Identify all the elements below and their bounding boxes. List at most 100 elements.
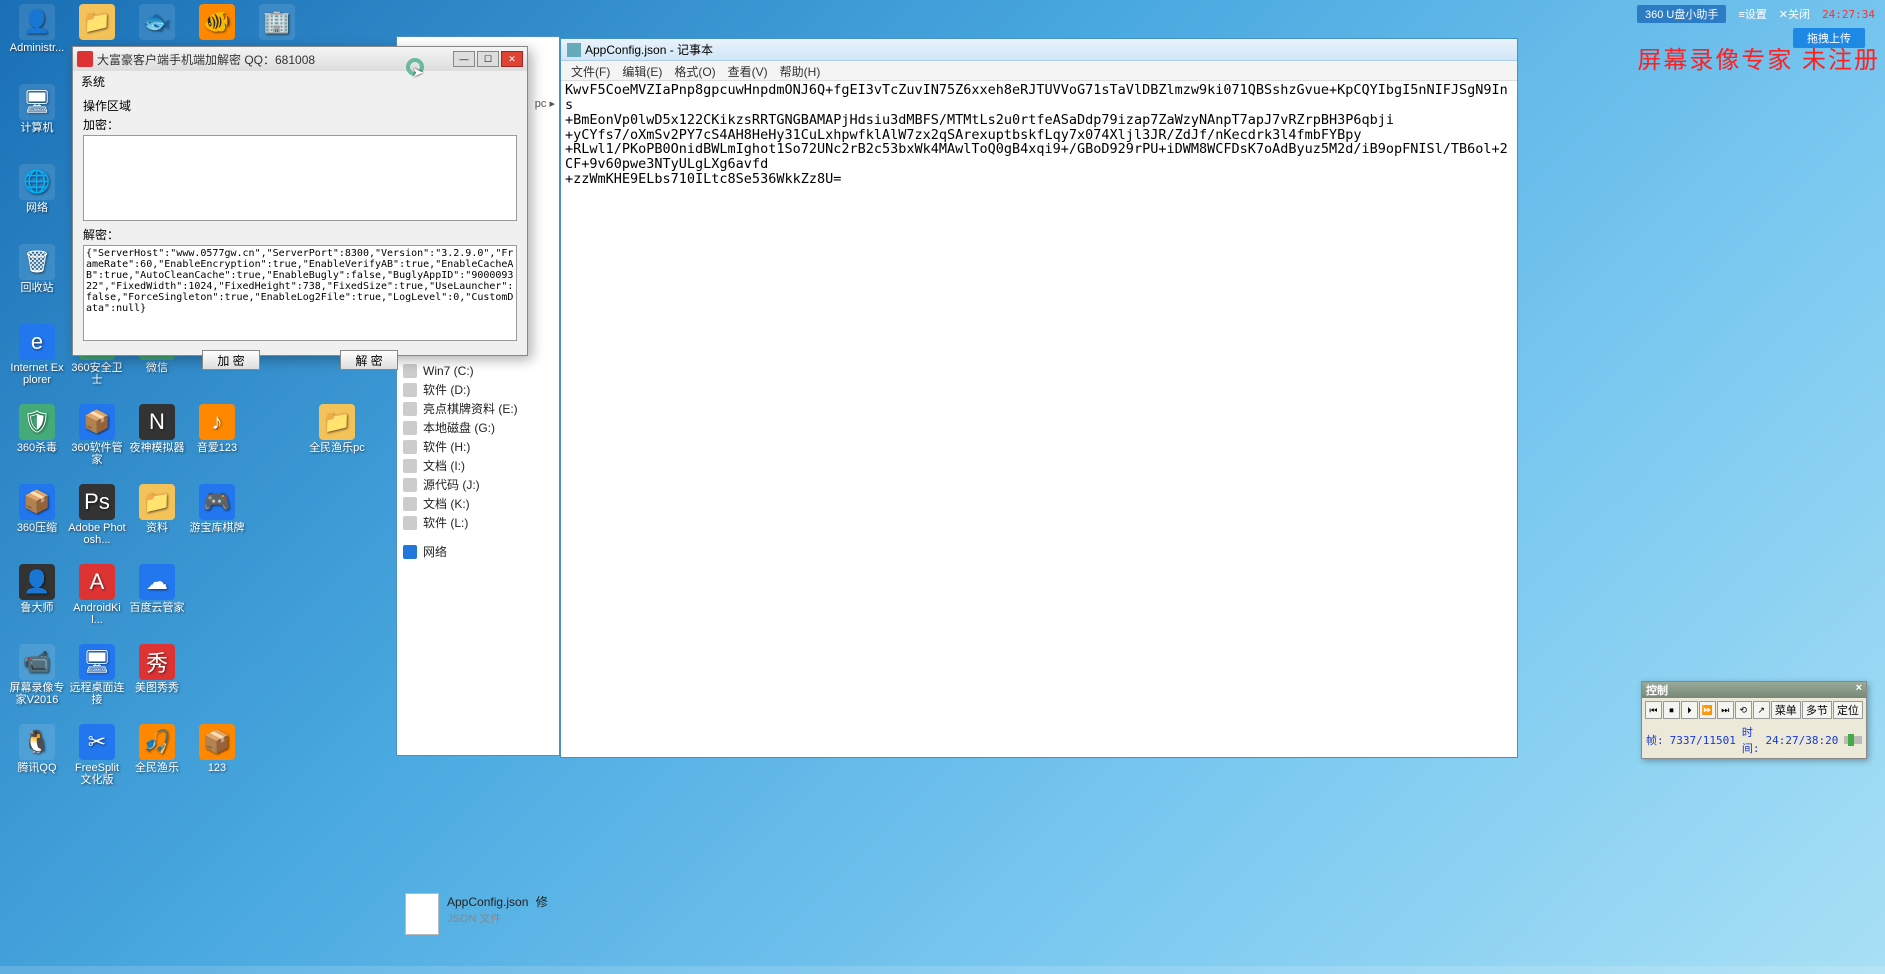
playback-button[interactable]: ⏭: [1717, 701, 1734, 719]
app-icon: Ps: [79, 484, 115, 520]
desktop-icon[interactable]: 🌐网络: [8, 160, 66, 238]
desktop-icon[interactable]: 🖥远程桌面连接: [68, 640, 126, 718]
app-icon: 🖥: [19, 84, 55, 120]
app-icon: 📹: [19, 644, 55, 680]
control-panel[interactable]: 控制 × ⏮⏹⏵⏩⏭⟲↗菜单多节定位 帧:7337/11501 时间:24:27…: [1641, 681, 1867, 759]
app-icon: 📦: [19, 484, 55, 520]
crypt-titlebar[interactable]: 大富豪客户端手机端加解密 QQ：681008 — ☐ ✕: [73, 47, 527, 71]
playback-button[interactable]: ⏵: [1681, 701, 1698, 719]
icon-label: 远程桌面连接: [68, 682, 126, 706]
settings-link[interactable]: ≡设置: [1738, 6, 1766, 22]
app-icon: 📦: [199, 724, 235, 760]
time-value: 24:27/38:20: [1765, 734, 1838, 747]
drive-item[interactable]: 软件 (L:): [403, 513, 553, 532]
volume-slider[interactable]: [1844, 736, 1862, 744]
drive-item[interactable]: 文档 (K:): [403, 494, 553, 513]
playback-button[interactable]: ↗: [1753, 701, 1770, 719]
desktop-icon[interactable]: 📁资料: [128, 480, 186, 558]
app-icon: 🏢: [259, 4, 295, 40]
drive-label: 文档 (I:): [423, 457, 465, 474]
close-button[interactable]: ✕: [501, 51, 523, 67]
close-link[interactable]: ✕关闭: [1779, 6, 1810, 22]
app-icon: 👤: [19, 4, 55, 40]
drive-item[interactable]: 文档 (I:): [403, 456, 553, 475]
desktop-icon[interactable]: 🎮游宝库棋牌: [188, 480, 246, 558]
drive-item[interactable]: 源代码 (J:): [403, 475, 553, 494]
desktop-icon[interactable]: 🐧腾讯QQ: [8, 720, 66, 798]
notepad-titlebar[interactable]: AppConfig.json - 记事本: [561, 39, 1517, 61]
u-helper-pill[interactable]: 360 U盘小助手: [1637, 5, 1726, 23]
drive-label: 软件 (L:): [423, 514, 468, 531]
menu-item[interactable]: 编辑(E): [618, 63, 666, 78]
notepad-window[interactable]: AppConfig.json - 记事本 文件(F) 编辑(E) 格式(O) 查看(V…: [560, 38, 1518, 758]
icon-label: 全民渔乐: [135, 762, 179, 774]
crypt-menu-system[interactable]: 系统: [73, 71, 527, 91]
network-item[interactable]: 网络: [403, 542, 553, 561]
drive-icon: [403, 459, 417, 473]
app-icon: 🎮: [199, 484, 235, 520]
desktop-icon[interactable]: 📦360压缩: [8, 480, 66, 558]
desktop-icon[interactable]: AAndroidKil...: [68, 560, 126, 638]
playback-button[interactable]: ⏮: [1645, 701, 1662, 719]
desktop-icon[interactable]: eInternet Explorer: [8, 320, 66, 398]
menu-item[interactable]: 查看(V): [724, 63, 772, 78]
crypt-window[interactable]: 大富豪客户端手机端加解密 QQ：681008 — ☐ ✕ 系统 操作区域 加密：…: [72, 46, 528, 356]
desktop-icon[interactable]: ♪音爱123: [188, 400, 246, 478]
encrypt-textarea[interactable]: [83, 135, 517, 221]
desktop-icon[interactable]: 👤 Administr...: [8, 0, 66, 78]
drive-item[interactable]: 亮点棋牌资料 (E:): [403, 399, 553, 418]
desktop-icon[interactable]: 秀美图秀秀: [128, 640, 186, 718]
playback-button[interactable]: ⏹: [1663, 701, 1680, 719]
desktop-icon[interactable]: 📁全民渔乐pc: [308, 400, 366, 478]
menu-button[interactable]: 菜单: [1771, 701, 1801, 719]
menu-item[interactable]: 格式(O): [670, 63, 719, 78]
desktop-icon[interactable]: 📦360软件管家: [68, 400, 126, 478]
desktop-icon[interactable]: 👤鲁大师: [8, 560, 66, 638]
desktop-icon[interactable]: 🎣全民渔乐: [128, 720, 186, 798]
control-titlebar[interactable]: 控制 ×: [1642, 682, 1866, 698]
desktop-icon[interactable]: 🗑回收站: [8, 240, 66, 318]
notepad-body[interactable]: KwvF5CoeMVZIaPnp8gpcuwHnpdmONJ6Q+fgEI3vT…: [561, 81, 1517, 757]
desktop-icon[interactable]: 🛡360杀毒: [8, 400, 66, 478]
locate-button[interactable]: 定位: [1833, 701, 1863, 719]
icon-label: 美图秀秀: [135, 682, 179, 694]
app-icon: ☁: [139, 564, 175, 600]
network-icon: [403, 545, 417, 559]
encrypt-button[interactable]: 加 密: [202, 350, 260, 370]
decrypt-button[interactable]: 解 密: [340, 350, 398, 370]
taskbar[interactable]: [0, 966, 1885, 974]
app-icon: 🌐: [19, 164, 55, 200]
drive-label: 本地磁盘 (G:): [423, 419, 495, 436]
icon-label: Adobe Photosh...: [68, 522, 126, 546]
decrypt-textarea[interactable]: [83, 245, 517, 341]
app-icon: 🐧: [19, 724, 55, 760]
control-close-button[interactable]: ×: [1856, 682, 1862, 698]
maximize-button[interactable]: ☐: [477, 51, 499, 67]
drive-icon: [403, 516, 417, 530]
drive-item[interactable]: 软件 (D:): [403, 380, 553, 399]
desktop-icon[interactable]: PsAdobe Photosh...: [68, 480, 126, 558]
desktop-icon[interactable]: ✂FreeSplit 文化版: [68, 720, 126, 798]
icon-label: Administr...: [10, 42, 64, 54]
playback-button[interactable]: ⏩: [1699, 701, 1716, 719]
drive-item[interactable]: 软件 (H:): [403, 437, 553, 456]
watermark-label: 屏幕录像专家 未注册: [1637, 40, 1880, 75]
desktop-icon[interactable]: ☁百度云管家: [128, 560, 186, 638]
icon-label: 夜神模拟器: [130, 442, 185, 454]
app-icon: 🖥: [79, 644, 115, 680]
desktop-icon[interactable]: N夜神模拟器: [128, 400, 186, 478]
notepad-icon: [567, 43, 581, 57]
frame-value: 7337/11501: [1670, 734, 1736, 747]
playback-button[interactable]: ⟲: [1735, 701, 1752, 719]
notepad-menu: 文件(F) 编辑(E) 格式(O) 查看(V) 帮助(H): [561, 61, 1517, 81]
menu-item[interactable]: 帮助(H): [776, 63, 825, 78]
desktop-icon[interactable]: 🖥计算机: [8, 80, 66, 158]
desktop-icon[interactable]: 📦123: [188, 720, 246, 798]
desktop-icon[interactable]: 📹屏幕录像专家V2016: [8, 640, 66, 718]
drive-item[interactable]: 本地磁盘 (G:): [403, 418, 553, 437]
minimize-button[interactable]: —: [453, 51, 475, 67]
multi-button[interactable]: 多节: [1802, 701, 1832, 719]
menu-item[interactable]: 文件(F): [567, 63, 614, 78]
icon-label: FreeSplit 文化版: [68, 762, 126, 786]
app-icon: 📁: [139, 484, 175, 520]
